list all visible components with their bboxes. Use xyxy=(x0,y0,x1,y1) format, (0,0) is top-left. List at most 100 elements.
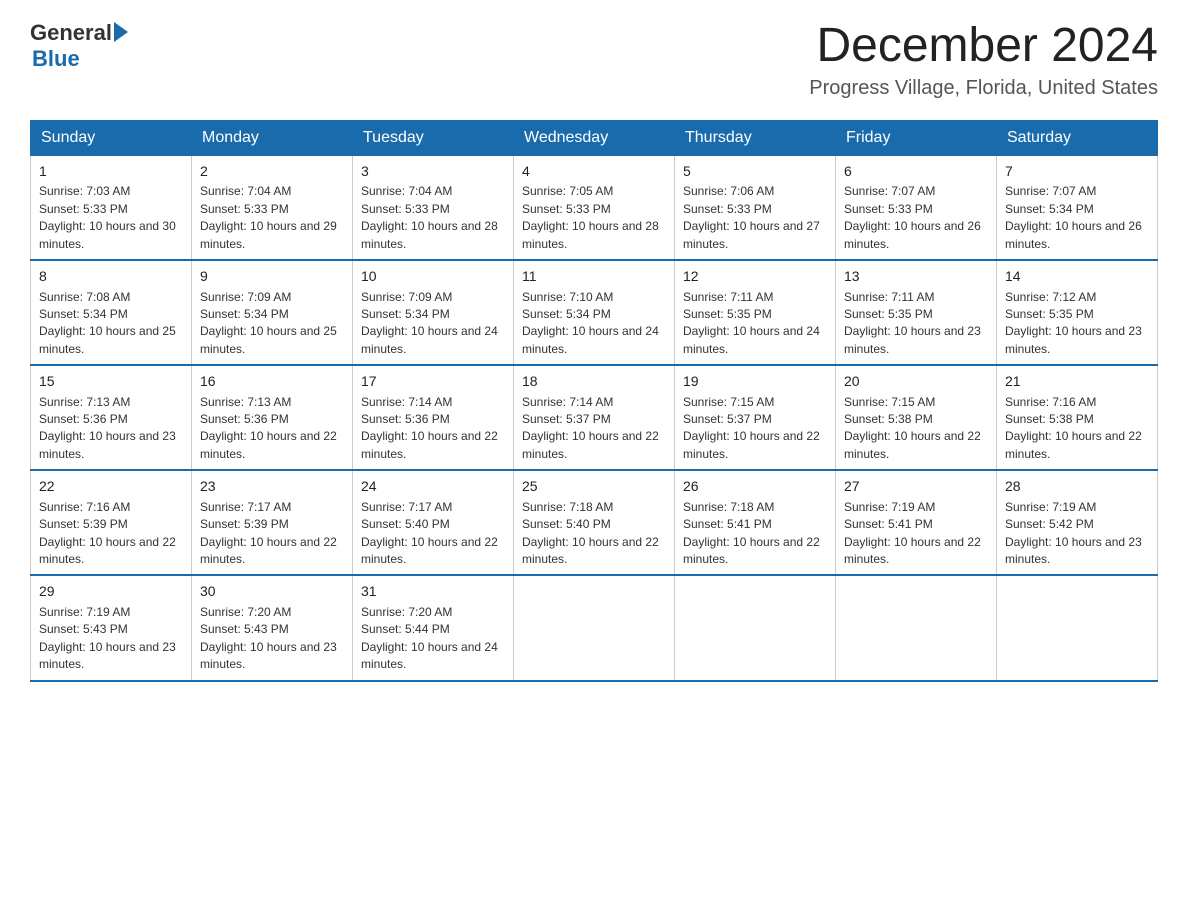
day-number: 11 xyxy=(522,267,666,287)
header-day-friday: Friday xyxy=(836,120,997,155)
day-number: 30 xyxy=(200,582,344,602)
day-number: 17 xyxy=(361,372,505,392)
day-info: Sunrise: 7:19 AMSunset: 5:41 PMDaylight:… xyxy=(844,499,988,569)
day-info: Sunrise: 7:17 AMSunset: 5:40 PMDaylight:… xyxy=(361,499,505,569)
calendar-cell: 13Sunrise: 7:11 AMSunset: 5:35 PMDayligh… xyxy=(836,260,997,365)
day-info: Sunrise: 7:06 AMSunset: 5:33 PMDaylight:… xyxy=(683,183,827,253)
day-info: Sunrise: 7:08 AMSunset: 5:34 PMDaylight:… xyxy=(39,289,183,359)
calendar-cell: 26Sunrise: 7:18 AMSunset: 5:41 PMDayligh… xyxy=(675,470,836,575)
calendar-cell: 3Sunrise: 7:04 AMSunset: 5:33 PMDaylight… xyxy=(353,155,514,260)
calendar-cell xyxy=(997,575,1158,680)
calendar-cell: 7Sunrise: 7:07 AMSunset: 5:34 PMDaylight… xyxy=(997,155,1158,260)
day-info: Sunrise: 7:12 AMSunset: 5:35 PMDaylight:… xyxy=(1005,289,1149,359)
day-info: Sunrise: 7:04 AMSunset: 5:33 PMDaylight:… xyxy=(361,183,505,253)
day-info: Sunrise: 7:05 AMSunset: 5:33 PMDaylight:… xyxy=(522,183,666,253)
calendar-cell: 8Sunrise: 7:08 AMSunset: 5:34 PMDaylight… xyxy=(31,260,192,365)
day-info: Sunrise: 7:03 AMSunset: 5:33 PMDaylight:… xyxy=(39,183,183,253)
calendar-cell: 15Sunrise: 7:13 AMSunset: 5:36 PMDayligh… xyxy=(31,365,192,470)
logo-general-text: General xyxy=(30,20,112,46)
calendar-cell: 1Sunrise: 7:03 AMSunset: 5:33 PMDaylight… xyxy=(31,155,192,260)
day-number: 5 xyxy=(683,162,827,182)
calendar-cell: 23Sunrise: 7:17 AMSunset: 5:39 PMDayligh… xyxy=(192,470,353,575)
day-number: 8 xyxy=(39,267,183,287)
week-row-3: 15Sunrise: 7:13 AMSunset: 5:36 PMDayligh… xyxy=(31,365,1158,470)
day-number: 4 xyxy=(522,162,666,182)
calendar-title: December 2024 xyxy=(809,20,1158,73)
day-number: 2 xyxy=(200,162,344,182)
day-number: 24 xyxy=(361,477,505,497)
day-number: 12 xyxy=(683,267,827,287)
header-day-thursday: Thursday xyxy=(675,120,836,155)
day-info: Sunrise: 7:19 AMSunset: 5:42 PMDaylight:… xyxy=(1005,499,1149,569)
day-number: 29 xyxy=(39,582,183,602)
calendar-cell: 30Sunrise: 7:20 AMSunset: 5:43 PMDayligh… xyxy=(192,575,353,680)
calendar-cell xyxy=(675,575,836,680)
day-info: Sunrise: 7:04 AMSunset: 5:33 PMDaylight:… xyxy=(200,183,344,253)
day-info: Sunrise: 7:20 AMSunset: 5:43 PMDaylight:… xyxy=(200,604,344,674)
day-number: 23 xyxy=(200,477,344,497)
day-info: Sunrise: 7:13 AMSunset: 5:36 PMDaylight:… xyxy=(39,394,183,464)
day-number: 20 xyxy=(844,372,988,392)
calendar-cell: 6Sunrise: 7:07 AMSunset: 5:33 PMDaylight… xyxy=(836,155,997,260)
day-number: 26 xyxy=(683,477,827,497)
week-row-4: 22Sunrise: 7:16 AMSunset: 5:39 PMDayligh… xyxy=(31,470,1158,575)
calendar-cell: 20Sunrise: 7:15 AMSunset: 5:38 PMDayligh… xyxy=(836,365,997,470)
day-info: Sunrise: 7:15 AMSunset: 5:38 PMDaylight:… xyxy=(844,394,988,464)
header-day-wednesday: Wednesday xyxy=(514,120,675,155)
day-number: 16 xyxy=(200,372,344,392)
day-info: Sunrise: 7:16 AMSunset: 5:39 PMDaylight:… xyxy=(39,499,183,569)
calendar-cell: 19Sunrise: 7:15 AMSunset: 5:37 PMDayligh… xyxy=(675,365,836,470)
day-number: 31 xyxy=(361,582,505,602)
day-info: Sunrise: 7:20 AMSunset: 5:44 PMDaylight:… xyxy=(361,604,505,674)
calendar-cell: 5Sunrise: 7:06 AMSunset: 5:33 PMDaylight… xyxy=(675,155,836,260)
calendar-cell: 29Sunrise: 7:19 AMSunset: 5:43 PMDayligh… xyxy=(31,575,192,680)
day-info: Sunrise: 7:07 AMSunset: 5:34 PMDaylight:… xyxy=(1005,183,1149,253)
day-info: Sunrise: 7:07 AMSunset: 5:33 PMDaylight:… xyxy=(844,183,988,253)
week-row-2: 8Sunrise: 7:08 AMSunset: 5:34 PMDaylight… xyxy=(31,260,1158,365)
day-number: 27 xyxy=(844,477,988,497)
day-number: 28 xyxy=(1005,477,1149,497)
logo-blue-text: Blue xyxy=(32,46,80,72)
calendar-cell: 25Sunrise: 7:18 AMSunset: 5:40 PMDayligh… xyxy=(514,470,675,575)
day-info: Sunrise: 7:19 AMSunset: 5:43 PMDaylight:… xyxy=(39,604,183,674)
day-number: 1 xyxy=(39,162,183,182)
calendar-cell: 10Sunrise: 7:09 AMSunset: 5:34 PMDayligh… xyxy=(353,260,514,365)
day-info: Sunrise: 7:14 AMSunset: 5:37 PMDaylight:… xyxy=(522,394,666,464)
header-day-saturday: Saturday xyxy=(997,120,1158,155)
day-number: 25 xyxy=(522,477,666,497)
header-row: SundayMondayTuesdayWednesdayThursdayFrid… xyxy=(31,120,1158,155)
day-number: 21 xyxy=(1005,372,1149,392)
calendar-cell xyxy=(836,575,997,680)
day-number: 3 xyxy=(361,162,505,182)
week-row-1: 1Sunrise: 7:03 AMSunset: 5:33 PMDaylight… xyxy=(31,155,1158,260)
calendar-cell: 14Sunrise: 7:12 AMSunset: 5:35 PMDayligh… xyxy=(997,260,1158,365)
day-number: 14 xyxy=(1005,267,1149,287)
day-number: 22 xyxy=(39,477,183,497)
logo: General Blue xyxy=(30,20,128,72)
header-day-tuesday: Tuesday xyxy=(353,120,514,155)
week-row-5: 29Sunrise: 7:19 AMSunset: 5:43 PMDayligh… xyxy=(31,575,1158,680)
day-info: Sunrise: 7:13 AMSunset: 5:36 PMDaylight:… xyxy=(200,394,344,464)
day-info: Sunrise: 7:15 AMSunset: 5:37 PMDaylight:… xyxy=(683,394,827,464)
day-number: 6 xyxy=(844,162,988,182)
calendar-cell: 24Sunrise: 7:17 AMSunset: 5:40 PMDayligh… xyxy=(353,470,514,575)
calendar-cell: 11Sunrise: 7:10 AMSunset: 5:34 PMDayligh… xyxy=(514,260,675,365)
day-number: 7 xyxy=(1005,162,1149,182)
calendar-cell: 21Sunrise: 7:16 AMSunset: 5:38 PMDayligh… xyxy=(997,365,1158,470)
calendar-cell: 4Sunrise: 7:05 AMSunset: 5:33 PMDaylight… xyxy=(514,155,675,260)
calendar-cell: 16Sunrise: 7:13 AMSunset: 5:36 PMDayligh… xyxy=(192,365,353,470)
calendar-cell: 22Sunrise: 7:16 AMSunset: 5:39 PMDayligh… xyxy=(31,470,192,575)
day-info: Sunrise: 7:09 AMSunset: 5:34 PMDaylight:… xyxy=(200,289,344,359)
day-number: 15 xyxy=(39,372,183,392)
day-info: Sunrise: 7:18 AMSunset: 5:40 PMDaylight:… xyxy=(522,499,666,569)
day-number: 13 xyxy=(844,267,988,287)
day-info: Sunrise: 7:11 AMSunset: 5:35 PMDaylight:… xyxy=(844,289,988,359)
day-info: Sunrise: 7:14 AMSunset: 5:36 PMDaylight:… xyxy=(361,394,505,464)
day-number: 18 xyxy=(522,372,666,392)
day-info: Sunrise: 7:18 AMSunset: 5:41 PMDaylight:… xyxy=(683,499,827,569)
calendar-cell xyxy=(514,575,675,680)
calendar-table: SundayMondayTuesdayWednesdayThursdayFrid… xyxy=(30,120,1158,682)
day-info: Sunrise: 7:17 AMSunset: 5:39 PMDaylight:… xyxy=(200,499,344,569)
calendar-cell: 2Sunrise: 7:04 AMSunset: 5:33 PMDaylight… xyxy=(192,155,353,260)
day-number: 10 xyxy=(361,267,505,287)
